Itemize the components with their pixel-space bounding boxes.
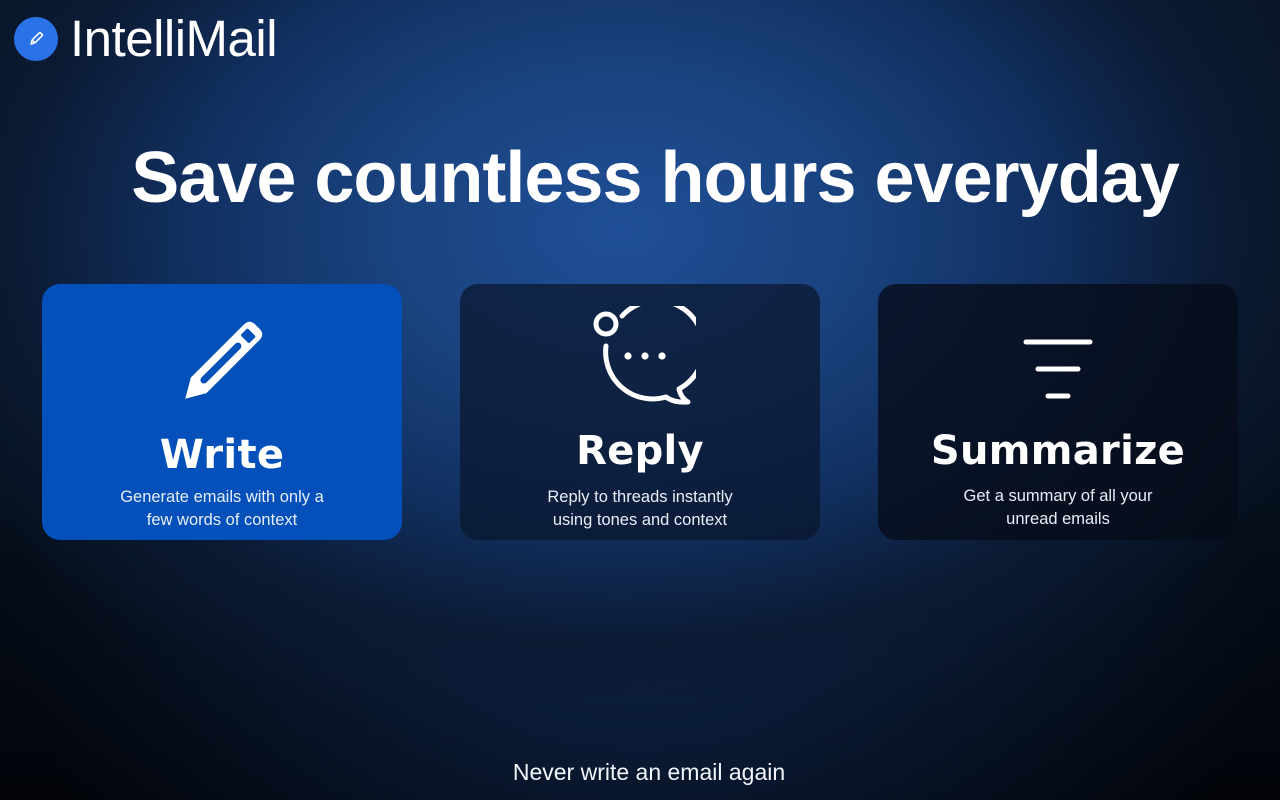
feature-description-line: unread emails — [1006, 510, 1110, 528]
feature-card-summarize[interactable]: Summarize Get a summary of all your unre… — [878, 284, 1238, 540]
feature-title: Summarize — [930, 428, 1186, 474]
feature-title: Write — [159, 432, 285, 478]
feature-description-line: Generate emails with only a — [120, 488, 324, 506]
feature-card-write[interactable]: Write Generate emails with only a few wo… — [42, 284, 402, 540]
filter-lines-icon — [878, 336, 1238, 406]
feature-description: Get a summary of all your unread emails — [938, 485, 1178, 531]
feature-title: Reply — [576, 428, 704, 474]
feature-description: Generate emails with only a few words of… — [102, 486, 342, 532]
chat-bubble-icon — [460, 306, 820, 410]
feature-description-line: few words of context — [146, 511, 298, 529]
hero-headline: Save countless hours everyday — [131, 138, 1180, 218]
pencil-icon — [14, 17, 58, 61]
brand-logo[interactable]: IntelliMail — [14, 10, 278, 67]
feature-description-line: Get a summary of all your — [963, 487, 1153, 505]
feature-description-line: Reply to threads instantly — [547, 488, 733, 506]
footer-tagline: Never write an email again — [512, 759, 786, 785]
feature-description-line: using tones and context — [552, 511, 728, 529]
brand-name: IntelliMail — [70, 10, 278, 67]
feature-card-reply[interactable]: Reply Reply to threads instantly using t… — [460, 284, 820, 540]
pencil-icon — [42, 306, 402, 418]
feature-description: Reply to threads instantly using tones a… — [520, 486, 760, 532]
